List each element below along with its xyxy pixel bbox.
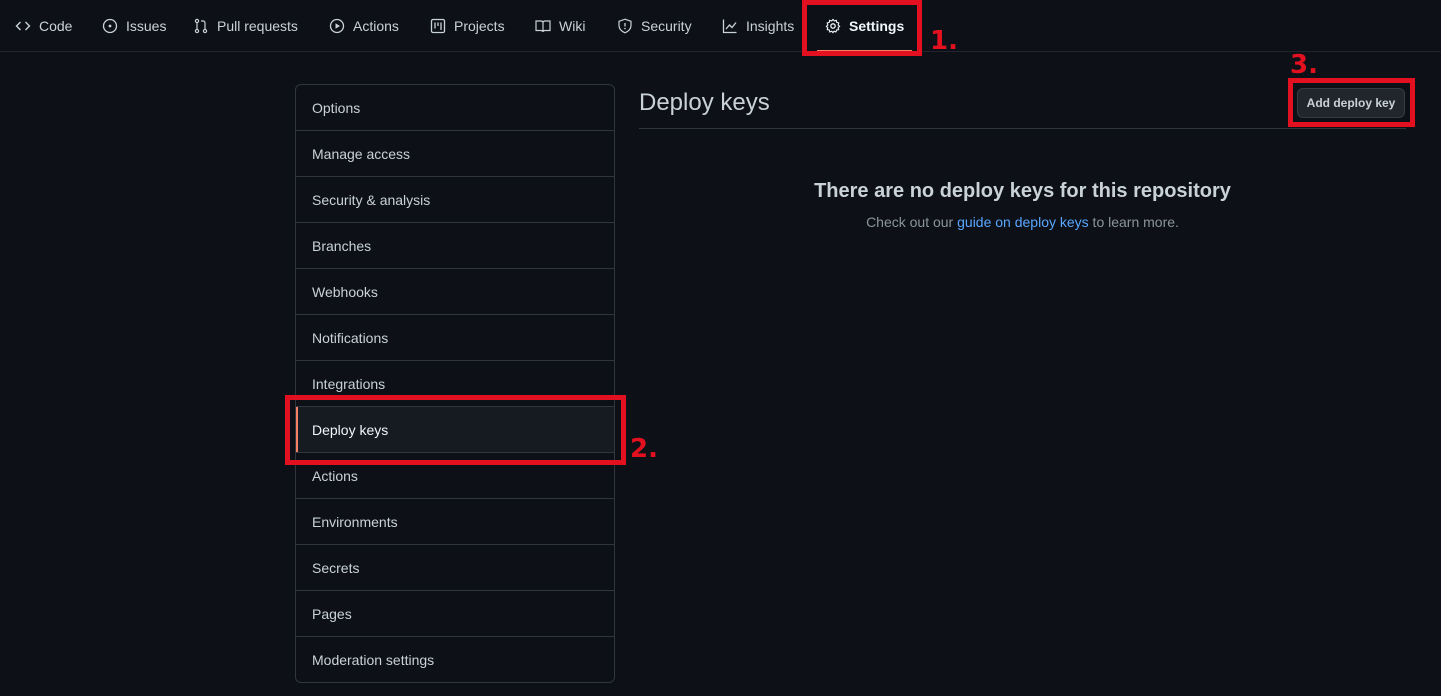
settings-menu: Options Manage access Security & analysi… — [295, 84, 615, 683]
tab-actions[interactable]: Actions — [329, 0, 399, 52]
menu-item-branches[interactable]: Branches — [296, 222, 614, 268]
blankslate-text-before: Check out our — [866, 214, 958, 230]
menu-item-label: Actions — [312, 467, 358, 484]
tab-label: Projects — [454, 18, 505, 34]
code-icon — [15, 21, 31, 31]
guide-deploy-keys-link[interactable]: guide on deploy keys — [957, 214, 1089, 230]
menu-item-integrations[interactable]: Integrations — [296, 360, 614, 406]
shield-icon — [618, 18, 632, 34]
tab-security[interactable]: Security — [617, 0, 692, 52]
menu-item-actions[interactable]: Actions — [296, 452, 614, 498]
tab-label: Wiki — [559, 18, 586, 34]
tab-label: Issues — [126, 18, 167, 34]
menu-item-label: Pages — [312, 605, 352, 622]
menu-item-moderation-settings[interactable]: Moderation settings — [296, 636, 614, 682]
menu-item-pages[interactable]: Pages — [296, 590, 614, 636]
project-icon — [430, 18, 446, 34]
step-3-label: 3. — [1290, 50, 1318, 80]
book-icon — [535, 20, 551, 33]
menu-item-label: Moderation settings — [312, 651, 435, 668]
menu-item-notifications[interactable]: Notifications — [296, 314, 614, 360]
menu-item-label: Manage access — [312, 145, 411, 162]
tab-insights[interactable]: Insights — [722, 0, 794, 52]
git-pull-request-icon — [194, 18, 208, 34]
tab-projects[interactable]: Projects — [430, 0, 505, 52]
tab-pull-requests[interactable]: Pull requests — [193, 0, 298, 52]
menu-item-webhooks[interactable]: Webhooks — [296, 268, 614, 314]
page-title: Deploy keys — [639, 89, 770, 116]
tab-label: Code — [39, 18, 73, 34]
issue-opened-icon — [102, 18, 118, 34]
tab-label: Security — [641, 18, 692, 34]
repo-nav: Code Issues Pull requests Actions Projec… — [0, 0, 1441, 52]
menu-item-environments[interactable]: Environments — [296, 498, 614, 544]
tab-wiki[interactable]: Wiki — [535, 0, 585, 52]
menu-item-security-analysis[interactable]: Security & analysis — [296, 176, 614, 222]
menu-item-label: Deploy keys — [312, 421, 389, 438]
tab-settings[interactable]: Settings — [816, 0, 913, 52]
menu-item-label: Environments — [312, 513, 398, 530]
blankslate-text: Check out our guide on deploy keys to le… — [639, 214, 1406, 230]
tab-label: Actions — [353, 18, 399, 34]
blankslate-title: There are no deploy keys for this reposi… — [814, 180, 1231, 202]
menu-item-label: Webhooks — [312, 283, 378, 300]
add-deploy-key-button[interactable]: Add deploy key — [1297, 88, 1405, 118]
graph-icon — [722, 19, 737, 34]
blankslate-text-after: to learn more. — [1088, 214, 1179, 230]
menu-item-label: Branches — [312, 237, 372, 254]
menu-item-label: Secrets — [312, 559, 360, 576]
step-1-label: 1. — [930, 26, 958, 56]
menu-item-secrets[interactable]: Secrets — [296, 544, 614, 590]
menu-item-label: Security & analysis — [312, 191, 431, 208]
menu-item-options[interactable]: Options — [296, 85, 614, 130]
menu-item-label: Notifications — [312, 329, 389, 346]
menu-item-label: Options — [312, 99, 361, 116]
tab-label: Insights — [746, 18, 795, 34]
tab-code[interactable]: Code — [15, 0, 72, 52]
step-2-label: 2. — [630, 434, 658, 464]
menu-item-label: Integrations — [312, 375, 386, 392]
play-icon — [329, 18, 345, 34]
title-divider — [639, 128, 1406, 129]
tab-label: Settings — [849, 18, 905, 34]
menu-item-manage-access[interactable]: Manage access — [296, 130, 614, 176]
tab-issues[interactable]: Issues — [102, 0, 166, 52]
menu-item-deploy-keys[interactable]: Deploy keys — [296, 406, 614, 452]
tab-label: Pull requests — [217, 18, 298, 34]
gear-icon — [825, 18, 841, 34]
